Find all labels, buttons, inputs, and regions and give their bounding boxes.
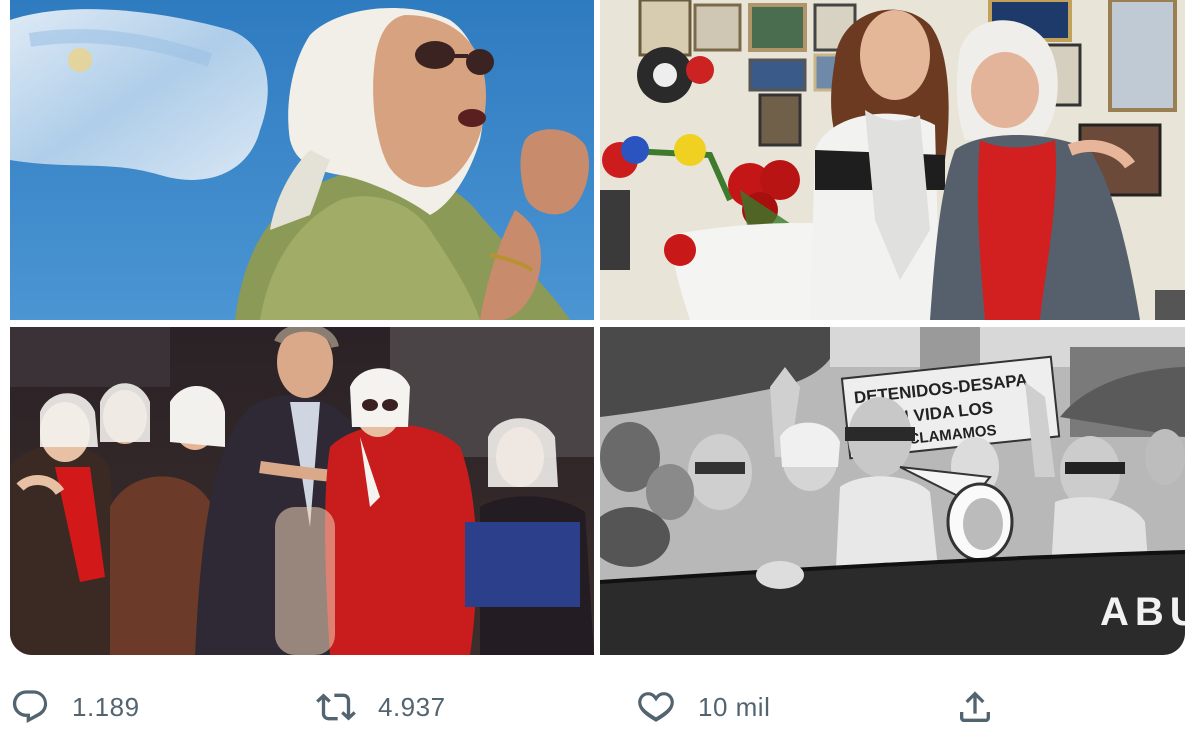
photo-4-image: DETENIDOS-DESAPA CON VIDA LOS ESCLAMAMOS: [600, 327, 1185, 655]
retweet-button[interactable]: 4.937: [316, 685, 446, 729]
like-count: 10 mil: [698, 691, 771, 722]
share-icon: [960, 691, 990, 722]
like-button[interactable]: 10 mil: [636, 685, 770, 729]
reply-button[interactable]: 1.189: [10, 685, 140, 729]
share-button[interactable]: [955, 685, 995, 729]
reply-count: 1.189: [72, 691, 140, 722]
heart-icon: [638, 692, 674, 722]
photo-2-image: [600, 0, 1185, 320]
photo-1-image: [10, 0, 594, 320]
tweet-action-bar: 1.189 4.937 10 mil: [0, 675, 1200, 739]
retweet-icon: [316, 693, 356, 721]
photo-group-headscarves[interactable]: [10, 327, 594, 655]
photo-headscarf-woman-sky[interactable]: [10, 0, 594, 320]
tweet-media-grid: DETENIDOS-DESAPA CON VIDA LOS ESCLAMAMOS: [10, 0, 1185, 655]
retweet-count: 4.937: [378, 691, 446, 722]
photo-protest-bw[interactable]: DETENIDOS-DESAPA CON VIDA LOS ESCLAMAMOS: [600, 327, 1185, 655]
banner-text: ABU: [1100, 590, 1185, 634]
reply-icon: [12, 690, 48, 723]
photo-3-image: [10, 327, 594, 655]
photo-two-women-flowers[interactable]: [600, 0, 1185, 320]
